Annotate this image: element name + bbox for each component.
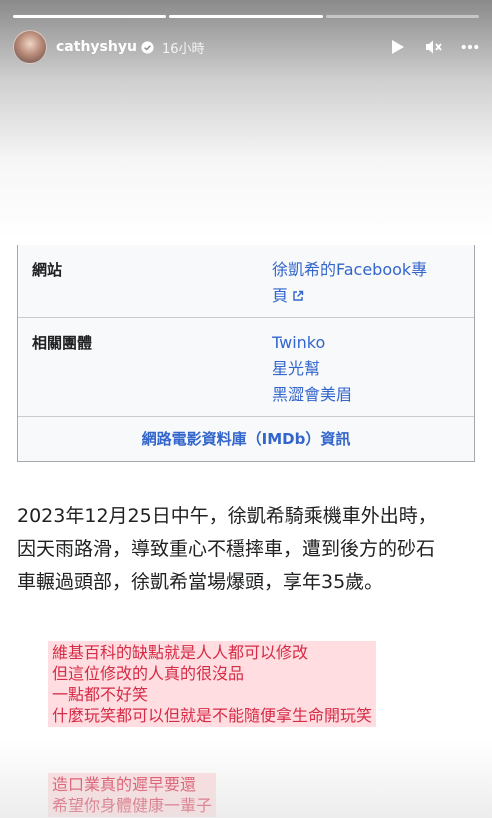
progress-segment-3: [325, 15, 479, 18]
imdb-link[interactable]: 網路電影資料庫（IMDb）資訊: [18, 416, 474, 461]
infobox-label: 網站: [32, 261, 63, 279]
story-timestamp: 16小時: [161, 41, 205, 57]
wikipedia-infobox: 網站 徐凱希的Facebook專 頁 相關團體 Twinko 星光幫 黑澀會美眉…: [17, 245, 475, 462]
infobox-label: 相關團體: [32, 334, 93, 352]
article-line: 車輾過頭部，徐凱希當場爆頭，享年35歲。: [17, 571, 384, 593]
username[interactable]: cathyshyu: [56, 39, 137, 55]
story-text-note-2: 造口業真的遲早要還 希望你身體健康一輩子: [48, 773, 217, 817]
avatar[interactable]: [13, 30, 47, 64]
story-text-note-1: 維基百科的缺點就是人人都可以修改 但這位修改的人真的很沒品 一點都不好笑 什麼玩…: [48, 641, 377, 727]
infobox-row-website: 網站 徐凱希的Facebook專 頁: [18, 245, 474, 317]
infobox-value: 徐凱希的Facebook專 頁: [272, 245, 474, 317]
story-controls: [389, 38, 479, 56]
group-link-twinko[interactable]: Twinko: [272, 330, 466, 356]
infobox-row-groups: 相關團體 Twinko 星光幫 黑澀會美眉: [18, 317, 474, 416]
group-link-blackie[interactable]: 黑澀會美眉: [272, 382, 466, 408]
story-progress-bar: [13, 15, 479, 18]
article-line: 因天雨路滑，導致重心不穩摔車，遭到後方的砂石: [17, 538, 436, 560]
progress-segment-1: [13, 15, 167, 18]
note-line: 希望你身體健康一輩子: [52, 796, 213, 815]
note-line: 維基百科的缺點就是人人都可以修改: [52, 643, 309, 662]
progress-segment-2: [169, 15, 323, 18]
play-icon[interactable]: [389, 38, 407, 56]
infobox-value: Twinko 星光幫 黑澀會美眉: [272, 318, 474, 416]
group-link-star[interactable]: 星光幫: [272, 356, 466, 382]
note-line: 什麼玩笑都可以但就是不能隨便拿生命開玩笑: [52, 706, 373, 725]
article-paragraph: 2023年12月25日中午，徐凱希騎乘機車外出時， 因天雨路滑，導致重心不穩摔車…: [17, 500, 477, 599]
note-line: 但這位修改的人真的很沒品: [52, 664, 245, 683]
note-line: 造口業真的遲早要還: [52, 775, 197, 794]
verified-badge-icon: [141, 40, 154, 54]
mute-icon[interactable]: [425, 38, 443, 56]
note-line: 一點都不好笑: [52, 685, 149, 704]
external-link-icon: [293, 290, 304, 301]
story-header: cathyshyu 16小時: [13, 30, 479, 64]
more-icon[interactable]: [461, 38, 479, 56]
article-line: 2023年12月25日中午，徐凱希騎乘機車外出時，: [17, 505, 437, 527]
facebook-link[interactable]: 徐凱希的Facebook專 頁: [272, 257, 466, 309]
